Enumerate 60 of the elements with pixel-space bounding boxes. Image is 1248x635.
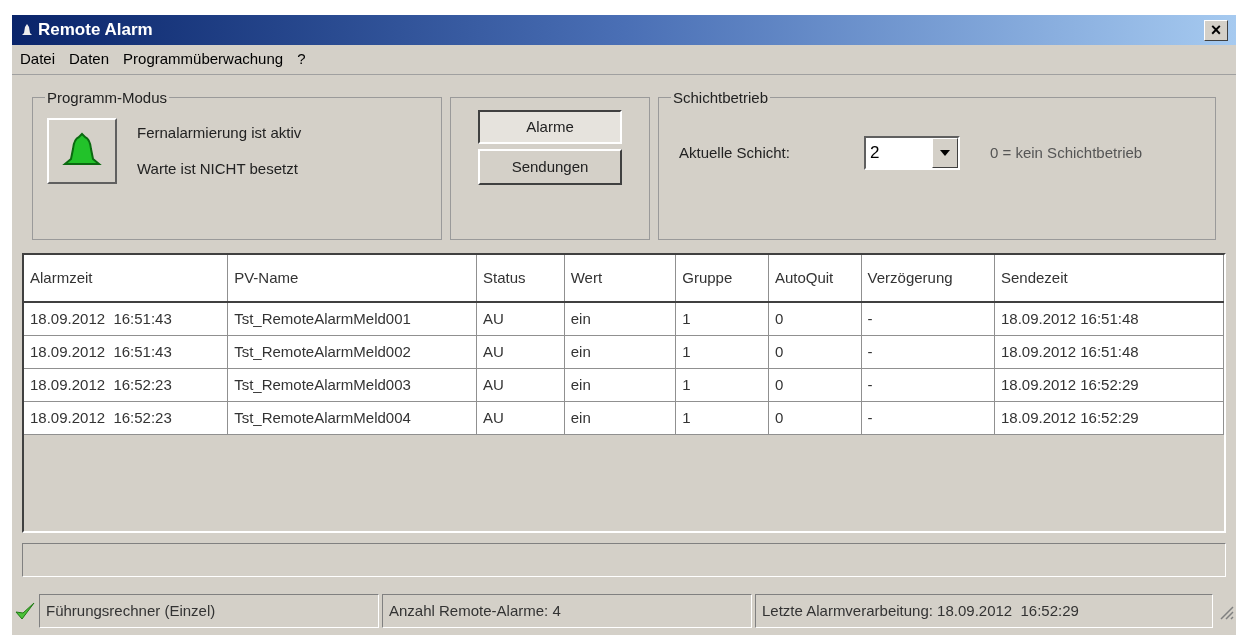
table-cell: 1	[676, 303, 769, 335]
table-cell: 18.09.2012 16:52:23	[24, 369, 229, 401]
table-cell: AU	[477, 303, 565, 335]
column-header[interactable]: Verzögerung	[861, 255, 995, 301]
table-cell: AU	[477, 369, 565, 401]
table-cell: ein	[564, 402, 677, 434]
table-cell: Tst_RemoteAlarmMeld002	[228, 336, 478, 368]
shift-dropdown[interactable]: 2	[864, 136, 960, 170]
table-cell: AU	[477, 402, 565, 434]
table-cell: -	[861, 402, 995, 434]
table-cell: -	[861, 303, 995, 335]
status-bar-panel: Führungsrechner (Einzel)	[39, 594, 379, 628]
menu-item[interactable]: Daten	[69, 48, 110, 71]
menu-item[interactable]: Programmüberwachung	[123, 48, 284, 71]
checkmark-icon	[14, 600, 36, 622]
table-cell: 0	[768, 336, 862, 368]
status-text: Warte ist NICHT besetzt	[137, 159, 299, 179]
table-cell: Tst_RemoteAlarmMeld003	[228, 369, 478, 401]
table-cell: 18.09.2012 16:51:48	[995, 336, 1224, 368]
table-cell: 18.09.2012 16:51:43	[24, 336, 229, 368]
column-header[interactable]: Alarmzeit	[24, 255, 229, 301]
bell-icon	[20, 23, 34, 37]
table-cell: -	[861, 336, 995, 368]
table-cell: -	[861, 369, 995, 401]
table-cell: ein	[564, 303, 677, 335]
table-cell: 18.09.2012 16:51:43	[24, 303, 229, 335]
view-button[interactable]: Sendungen	[478, 149, 622, 185]
table-cell: 1	[676, 336, 769, 368]
column-header[interactable]: AutoQuit	[768, 255, 862, 301]
shift-hint: 0 = kein Schichtbetrieb	[990, 142, 1143, 163]
column-header[interactable]: Gruppe	[676, 255, 769, 301]
table-cell: 0	[768, 402, 862, 434]
column-header[interactable]: Sendezeit	[995, 255, 1224, 301]
table-cell: 18.09.2012 16:51:48	[995, 303, 1224, 335]
table-cell: 1	[676, 369, 769, 401]
table-cell: Tst_RemoteAlarmMeld001	[228, 303, 478, 335]
status-bar-panel: Anzahl Remote-Alarme: 4	[382, 594, 752, 628]
table-cell: 18.09.2012 16:52:29	[995, 402, 1224, 434]
status-bar-panel: Letzte Alarmverarbeitung: 18.09.2012 16:52:29	[755, 594, 1213, 628]
table-cell: 1	[676, 402, 769, 434]
bell-button[interactable]	[47, 118, 117, 184]
shift-label: Aktuelle Schicht:	[679, 142, 791, 163]
table-cell: Tst_RemoteAlarmMeld004	[228, 402, 478, 434]
column-header[interactable]: Wert	[564, 255, 677, 301]
dropdown-arrow-icon	[940, 150, 950, 156]
menu-item[interactable]: Datei	[20, 48, 56, 71]
menu-item[interactable]: ?	[297, 48, 306, 71]
table-cell: AU	[477, 336, 565, 368]
table-cell: 0	[768, 303, 862, 335]
table-cell: 18.09.2012 16:52:23	[24, 402, 229, 434]
table-cell: 18.09.2012 16:52:29	[995, 369, 1224, 401]
close-button[interactable]: ×	[1204, 19, 1228, 41]
view-button[interactable]: Alarme	[478, 110, 622, 144]
window-title: Remote Alarm	[38, 19, 153, 42]
status-text: Fernalarmierung ist aktiv	[137, 122, 302, 143]
table-cell: ein	[564, 336, 677, 368]
table-cell: 0	[768, 369, 862, 401]
column-header[interactable]: PV-Name	[228, 255, 478, 301]
column-header[interactable]: Status	[477, 255, 565, 301]
table-cell: ein	[564, 369, 677, 401]
